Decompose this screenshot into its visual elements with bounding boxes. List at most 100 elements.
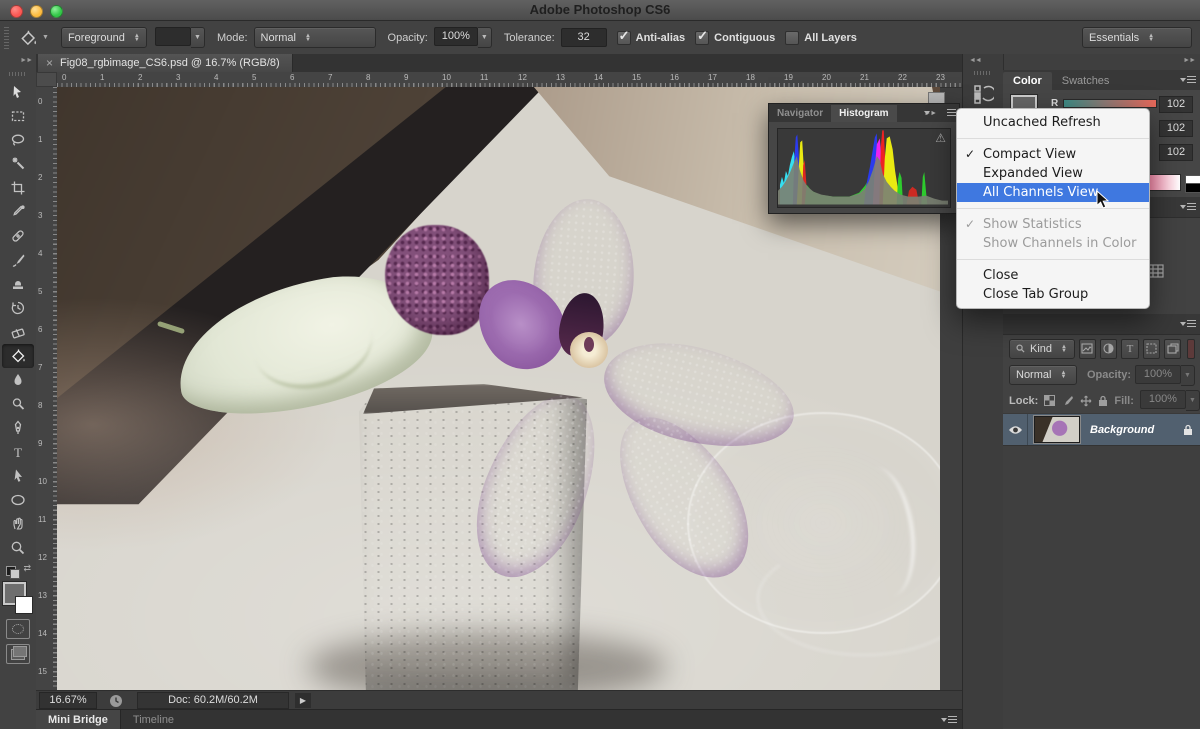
tool-clone-stamp[interactable] <box>2 272 34 296</box>
tool-move[interactable] <box>2 80 34 104</box>
layer-name[interactable]: Background <box>1090 424 1154 436</box>
tab-histogram[interactable]: Histogram <box>831 105 896 122</box>
opacity-value[interactable]: 100% <box>434 27 478 46</box>
layer-fill-combo[interactable]: 100%▼ <box>1140 390 1200 411</box>
fill-source-select[interactable]: Foreground ▲▼ <box>61 27 147 48</box>
tool-crop[interactable] <box>2 176 34 200</box>
layer-opacity-combo[interactable]: 100%▼ <box>1135 365 1195 386</box>
color-panel-menu-icon[interactable] <box>1180 75 1196 85</box>
pattern-dropdown-button[interactable]: ▼ <box>191 27 205 48</box>
tools-grip[interactable] <box>9 72 27 76</box>
filter-shape-layers-icon[interactable] <box>1143 339 1160 359</box>
filter-kind-select[interactable]: Kind ▲▼ <box>1009 339 1075 359</box>
paint-bucket-tool-icon[interactable] <box>19 29 39 47</box>
filter-adjustment-layers-icon[interactable] <box>1100 339 1117 359</box>
contiguous-checkbox[interactable] <box>695 31 709 45</box>
tab-navigator[interactable]: Navigator <box>769 105 831 122</box>
uncached-warning-icon[interactable]: ⚠ <box>935 131 946 145</box>
menu-item-close-tab-group[interactable]: Close Tab Group <box>957 285 1149 304</box>
quick-mask-button[interactable] <box>6 619 30 639</box>
ruler-h-number: 21 <box>860 73 869 82</box>
filter-toggle-switch[interactable] <box>1187 339 1195 359</box>
all-layers-checkbox[interactable] <box>785 31 799 45</box>
tool-path-selection[interactable] <box>2 464 34 488</box>
menu-item-uncached-refresh[interactable]: Uncached Refresh <box>957 113 1149 132</box>
menu-item-show-channels-in-color: Show Channels in Color <box>957 234 1149 253</box>
tool-blur[interactable] <box>2 368 34 392</box>
tool-zoom[interactable] <box>2 536 34 560</box>
tool-history-brush[interactable] <box>2 296 34 320</box>
tool-hand[interactable] <box>2 512 34 536</box>
tool-eraser[interactable] <box>2 320 34 344</box>
filter-type-layers-icon[interactable]: T <box>1121 339 1138 359</box>
tab-mini-bridge[interactable]: Mini Bridge <box>36 710 121 729</box>
panel-menu-icon[interactable] <box>941 715 957 725</box>
layer-thumbnail[interactable] <box>1034 416 1080 443</box>
menu-item-close[interactable]: Close <box>957 266 1149 285</box>
anti-alias-checkbox[interactable] <box>617 31 631 45</box>
vertical-ruler[interactable]: 0123456789101112131415 <box>36 87 58 690</box>
document-tab[interactable]: × Fig08_rgbimage_CS6.psd @ 16.7% (RGB/8) <box>38 54 293 72</box>
tool-paint-bucket[interactable] <box>2 344 34 368</box>
layer-row-background[interactable]: Background <box>1003 413 1200 446</box>
screen-mode-button[interactable] <box>6 644 30 664</box>
tab-swatches[interactable]: Swatches <box>1052 72 1120 90</box>
adjustments-panel-menu-icon[interactable] <box>1180 202 1196 212</box>
close-document-icon[interactable]: × <box>46 56 53 70</box>
workspace-select[interactable]: Essentials ▲▼ <box>1082 27 1192 48</box>
tab-timeline[interactable]: Timeline <box>121 710 186 729</box>
tool-pen[interactable] <box>2 416 34 440</box>
blend-mode-select[interactable]: Normal ▲▼ <box>1009 365 1077 385</box>
opacity-dropdown-button[interactable]: ▼ <box>478 27 492 48</box>
tolerance-input[interactable]: 32 <box>561 28 607 47</box>
tool-marquee[interactable] <box>2 104 34 128</box>
tool-quick-selection[interactable] <box>2 152 34 176</box>
history-panel-icon[interactable] <box>972 83 994 105</box>
strip-grip[interactable] <box>974 71 992 75</box>
ramp-black-swatch[interactable] <box>1185 183 1200 193</box>
tool-dodge[interactable] <box>2 392 34 416</box>
mini-bridge-icon[interactable] <box>109 694 123 708</box>
lock-pixels-icon[interactable] <box>1061 395 1074 407</box>
histogram-menu-icon[interactable] <box>940 108 956 118</box>
menu-item-all-channels-view[interactable]: All Channels View <box>957 183 1149 202</box>
lock-all-icon[interactable] <box>1098 395 1108 407</box>
tool-preset-arrow-icon[interactable]: ▼ <box>42 34 49 41</box>
red-value-field[interactable]: 102 <box>1159 96 1193 113</box>
dock-collapse-icon[interactable]: ◄◄ <box>963 54 1003 70</box>
menu-item-compact-view[interactable]: ✓Compact View <box>957 145 1149 164</box>
filter-pixel-layers-icon[interactable] <box>1079 339 1096 359</box>
document-size-info[interactable]: Doc: 60.2M/60.2M <box>137 692 289 709</box>
background-color-swatch[interactable] <box>15 596 33 614</box>
lock-transparency-icon[interactable] <box>1044 395 1055 406</box>
mode-select[interactable]: Normal ▲▼ <box>254 27 376 48</box>
green-value-field[interactable]: 102 <box>1159 120 1193 137</box>
layer-visibility-toggle[interactable] <box>1003 414 1028 445</box>
tool-shape[interactable] <box>2 488 34 512</box>
tools-collapse-icon[interactable]: ►► <box>0 54 36 71</box>
tool-eyedropper[interactable] <box>2 200 34 224</box>
menu-item-expanded-view[interactable]: Expanded View <box>957 164 1149 183</box>
pattern-swatch[interactable] <box>155 27 191 46</box>
blue-value-field[interactable]: 102 <box>1159 144 1193 161</box>
color-swatches-widget[interactable] <box>3 582 33 614</box>
red-slider[interactable] <box>1063 99 1157 108</box>
healing-brush-icon <box>10 228 26 244</box>
ruler-h-number: 20 <box>822 73 831 82</box>
ruler-corner[interactable] <box>36 72 57 87</box>
default-colors-widget[interactable]: ⇄ <box>5 564 31 576</box>
tool-lasso[interactable] <box>2 128 34 152</box>
horizontal-ruler[interactable]: 01234567891011121314151617181920212223 <box>57 72 962 88</box>
filter-smart-objects-icon[interactable] <box>1164 339 1181 359</box>
swap-colors-icon[interactable]: ⇄ <box>23 563 31 574</box>
options-bar-grip[interactable] <box>4 27 9 49</box>
tool-healing-brush[interactable] <box>2 224 34 248</box>
zoom-level-field[interactable]: 16.67% <box>39 692 97 709</box>
layers-panel-menu-icon[interactable] <box>1180 319 1196 329</box>
status-flyout-button[interactable]: ▶ <box>295 693 311 708</box>
dock-collapse-right-icon[interactable]: ►► <box>1003 54 1200 70</box>
tool-type[interactable]: T <box>2 440 34 464</box>
lock-position-icon[interactable] <box>1080 395 1092 407</box>
tool-brush[interactable] <box>2 248 34 272</box>
tab-color[interactable]: Color <box>1003 72 1052 90</box>
